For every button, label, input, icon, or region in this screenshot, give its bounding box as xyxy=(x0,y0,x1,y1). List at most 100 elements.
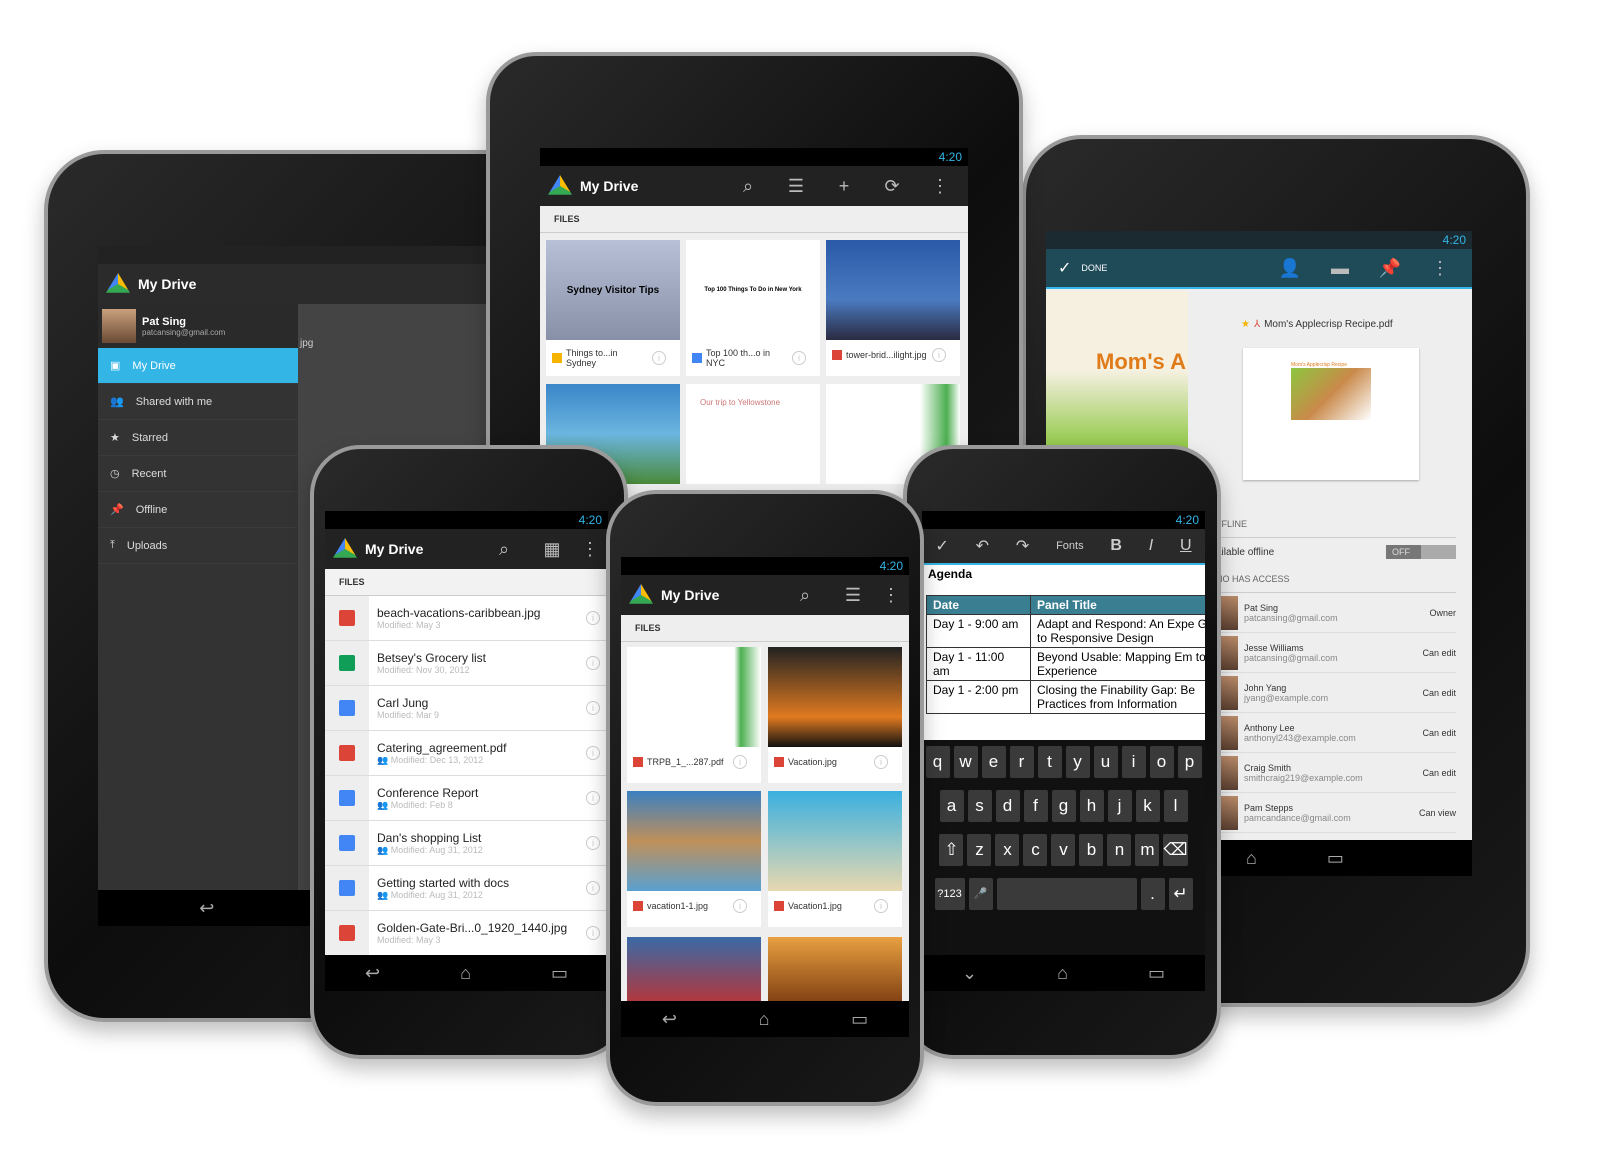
key-c[interactable]: c xyxy=(1023,834,1048,866)
list-item[interactable]: Betsey's Grocery list Modified: Nov 30, 2… xyxy=(325,641,608,686)
list-item[interactable]: beach-vacations-caribbean.jpg Modified: M… xyxy=(325,596,608,641)
access-row[interactable]: Anthony Lee anthonyl243@example.com Can ed… xyxy=(1216,713,1456,753)
key-h[interactable]: h xyxy=(1079,790,1104,822)
sidebar-item-recent[interactable]: ◷ Recent xyxy=(98,456,298,492)
key-q[interactable]: q xyxy=(925,746,950,778)
recents-icon[interactable]: ▭ xyxy=(551,963,568,984)
key-b[interactable]: b xyxy=(1079,834,1104,866)
underline-button[interactable]: U xyxy=(1180,537,1192,555)
key-n[interactable]: n xyxy=(1107,834,1132,866)
file-tile[interactable]: tower-brid...ilight.jpg i xyxy=(826,240,960,376)
list-item[interactable]: Golden-Gate-Bri...0_1920_1440.jpg Modifie… xyxy=(325,911,608,956)
overflow-menu-icon[interactable]: ⋮ xyxy=(1420,258,1460,279)
key-.[interactable]: . xyxy=(1140,878,1165,910)
access-row[interactable]: Jesse Williams patcansing@gmail.com Can ed… xyxy=(1216,633,1456,673)
key-y[interactable]: y xyxy=(1065,746,1090,778)
info-icon[interactable]: i xyxy=(586,656,600,670)
key-r[interactable]: r xyxy=(1009,746,1034,778)
add-person-icon[interactable]: 👤 xyxy=(1270,258,1310,279)
recents-icon[interactable]: ▭ xyxy=(1148,963,1165,984)
recents-icon[interactable]: ▭ xyxy=(1327,848,1344,869)
info-icon[interactable]: i xyxy=(733,899,747,913)
overflow-menu-icon[interactable]: ⋮ xyxy=(580,539,600,560)
list-item[interactable]: Conference Report 👥 Modified: Feb 8 i xyxy=(325,776,608,821)
sidebar-item-uploads[interactable]: ⤒ Uploads xyxy=(98,528,298,564)
key-␣[interactable]: ␣ xyxy=(996,878,1137,910)
key-↵[interactable]: ↵ xyxy=(1168,878,1193,910)
file-tile[interactable]: Vacation1.jpg i xyxy=(768,791,902,927)
file-tile[interactable]: vacation1-1.jpg i xyxy=(627,791,761,927)
search-icon[interactable]: ⌕ xyxy=(785,585,825,606)
key-v[interactable]: v xyxy=(1051,834,1076,866)
info-icon[interactable]: i xyxy=(586,881,600,895)
key-t[interactable]: t xyxy=(1037,746,1062,778)
file-preview[interactable]: Mom's Applecrisp Recipe xyxy=(1243,348,1419,480)
key-l[interactable]: l xyxy=(1163,790,1188,822)
redo-icon[interactable]: ↷ xyxy=(1016,536,1029,556)
key-o[interactable]: o xyxy=(1149,746,1174,778)
info-icon[interactable]: i xyxy=(874,755,888,769)
info-icon[interactable]: i xyxy=(586,611,600,625)
overflow-menu-icon[interactable]: ⋮ xyxy=(920,176,960,197)
bold-button[interactable]: B xyxy=(1110,537,1122,555)
pin-icon[interactable]: 📌 xyxy=(1370,258,1410,279)
home-icon[interactable]: ⌂ xyxy=(460,963,471,984)
info-icon[interactable]: i xyxy=(586,701,600,715)
file-tile[interactable] xyxy=(768,937,902,1007)
info-icon[interactable]: i xyxy=(586,791,600,805)
recents-icon[interactable]: ▭ xyxy=(851,1009,868,1030)
file-tile[interactable] xyxy=(627,937,761,1007)
search-icon[interactable]: ⌕ xyxy=(728,176,768,197)
sidebar-item-starred[interactable]: ★ Starred xyxy=(98,420,298,456)
file-tile[interactable]: Vacation.jpg i xyxy=(768,647,902,783)
done-check-icon[interactable]: ✓ xyxy=(935,536,948,556)
info-icon[interactable]: i xyxy=(932,348,946,362)
access-row[interactable]: John Yang jyang@example.com Can edit xyxy=(1216,673,1456,713)
list-item[interactable]: Getting started with docs 👥 Modified: Aug… xyxy=(325,866,608,911)
sidebar-item-offline[interactable]: 📌 Offline xyxy=(98,492,298,528)
info-icon[interactable]: i xyxy=(733,755,747,769)
access-row[interactable]: Pat Sing patcansing@gmail.com Owner xyxy=(1216,593,1456,633)
key-k[interactable]: k xyxy=(1135,790,1160,822)
refresh-icon[interactable]: ⟳ xyxy=(872,176,912,197)
list-view-icon[interactable]: ☰ xyxy=(833,585,873,606)
done-button[interactable]: DONE xyxy=(1081,263,1107,273)
overflow-menu-icon[interactable]: ⋮ xyxy=(881,585,901,606)
home-icon[interactable]: ⌂ xyxy=(1246,848,1257,869)
access-row[interactable]: Craig Smith smithcraig219@example.com Can … xyxy=(1216,753,1456,793)
search-icon[interactable]: ⌕ xyxy=(484,539,524,560)
sidebar-item-shared-with-me[interactable]: 👥 Shared with me xyxy=(98,384,298,420)
home-icon[interactable]: ⌂ xyxy=(1057,963,1068,984)
key-f[interactable]: f xyxy=(1023,790,1048,822)
info-icon[interactable]: i xyxy=(586,926,600,940)
key-j[interactable]: j xyxy=(1107,790,1132,822)
add-icon[interactable]: + xyxy=(824,176,864,197)
fonts-button[interactable]: Fonts xyxy=(1056,540,1084,552)
list-item[interactable]: Dan's shopping List 👥 Modified: Aug 31, 2… xyxy=(325,821,608,866)
back-icon[interactable]: ↩ xyxy=(662,1009,677,1030)
access-row[interactable]: Pam Stepps pamcandance@gmail.com Can view xyxy=(1216,793,1456,833)
key-w[interactable]: w xyxy=(953,746,978,778)
back-icon[interactable]: ↩ xyxy=(199,898,214,919)
done-check-icon[interactable]: ✓ xyxy=(1058,258,1071,278)
key-m[interactable]: m xyxy=(1135,834,1160,866)
list-item[interactable]: Carl Jung Modified: Mar 9 i xyxy=(325,686,608,731)
file-tile[interactable]: TRPB_1_...287.pdf i xyxy=(627,647,761,783)
key-s[interactable]: s xyxy=(967,790,992,822)
italic-button[interactable]: I xyxy=(1149,537,1153,555)
key-x[interactable]: x xyxy=(995,834,1020,866)
key-u[interactable]: u xyxy=(1093,746,1118,778)
key-d[interactable]: d xyxy=(995,790,1020,822)
sidebar-item-my-drive[interactable]: ▣ My Drive xyxy=(98,348,298,384)
key-⇧[interactable]: ⇧ xyxy=(939,834,964,866)
key-🎤[interactable]: 🎤 xyxy=(968,878,993,910)
key-?123[interactable]: ?123 xyxy=(934,878,965,910)
info-icon[interactable]: i xyxy=(586,746,600,760)
agenda-table[interactable]: Date Panel Title Day 1 - 9:00 am Adapt and… xyxy=(926,595,1205,714)
key-p[interactable]: p xyxy=(1177,746,1202,778)
undo-icon[interactable]: ↶ xyxy=(976,536,989,556)
home-icon[interactable]: ⌂ xyxy=(759,1009,770,1030)
list-view-icon[interactable]: ☰ xyxy=(776,176,816,197)
file-tile[interactable]: Top 100 Things To Do in New York Top 100 … xyxy=(686,240,820,376)
account-header[interactable]: Pat Sing patcansing@gmail.com xyxy=(98,304,298,348)
